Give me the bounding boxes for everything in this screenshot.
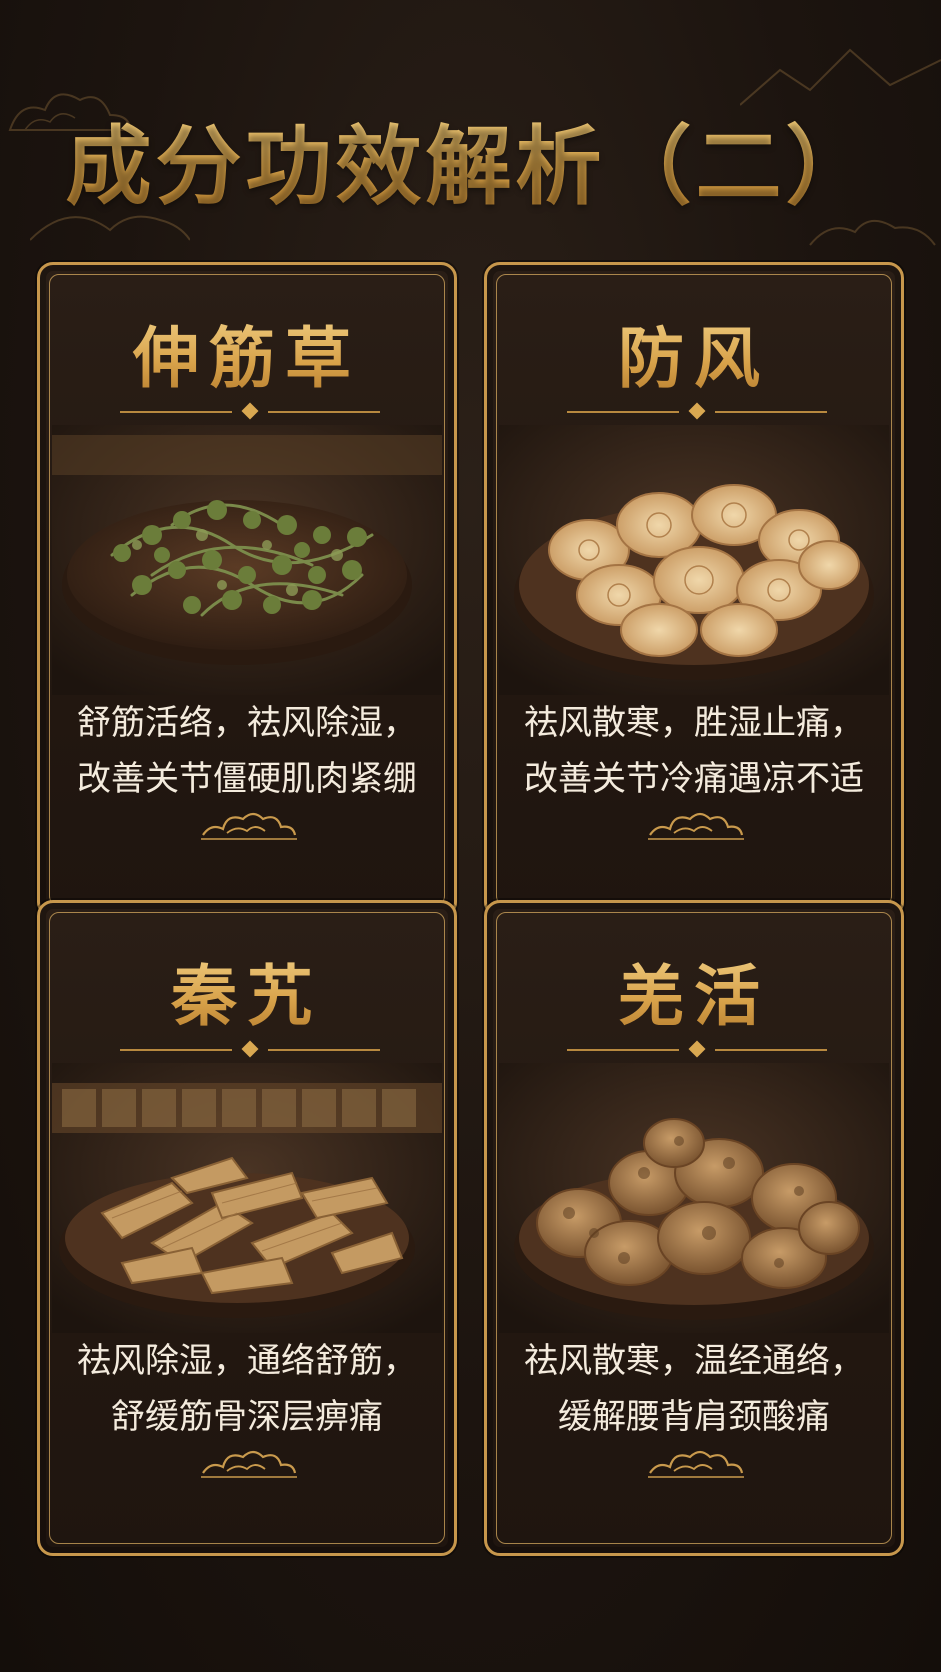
herb-name: 防风 bbox=[487, 305, 901, 401]
herb-card-qianghuo: 羌活 祛风散寒，温经通络， 缓解腰背肩颈酸痛 bbox=[484, 900, 904, 1556]
divider bbox=[120, 1040, 380, 1058]
herb-description: 祛风除湿，通络舒筋， 舒缓筋骨深层痹痛 bbox=[40, 1333, 454, 1445]
description-line: 改善关节僵硬肌肉紧绷 bbox=[77, 759, 417, 799]
description-line: 舒缓筋骨深层痹痛 bbox=[111, 1397, 383, 1437]
herb-description: 舒筋活络，祛风除湿， 改善关节僵硬肌肉紧绷 bbox=[40, 695, 454, 807]
description-line: 祛风散寒，温经通络， bbox=[524, 1341, 864, 1381]
divider bbox=[567, 1040, 827, 1058]
divider bbox=[120, 402, 380, 420]
description-line: 祛风除湿，通络舒筋， bbox=[77, 1341, 417, 1381]
herb-image-qianghuo bbox=[499, 1063, 889, 1333]
description-line: 改善关节冷痛遇凉不适 bbox=[524, 759, 864, 799]
herb-card-qinjiao: 秦艽 祛风除湿，通络舒筋， 舒缓筋骨深层痹痛 bbox=[37, 900, 457, 1556]
herb-image-shenjincao bbox=[52, 425, 442, 695]
description-line: 缓解腰背肩颈酸痛 bbox=[558, 1397, 830, 1437]
herb-description: 祛风散寒，胜湿止痛， 改善关节冷痛遇凉不适 bbox=[487, 695, 901, 807]
page-title: 成分功效解析（二） bbox=[0, 96, 941, 221]
herb-image-qinjiao bbox=[52, 1063, 442, 1333]
auspicious-cloud-icon bbox=[201, 1450, 297, 1478]
divider bbox=[567, 402, 827, 420]
herb-name: 羌活 bbox=[487, 943, 901, 1039]
herb-image-fangfeng bbox=[499, 425, 889, 695]
description-line: 祛风散寒，胜湿止痛， bbox=[524, 703, 864, 743]
description-line: 舒筋活络，祛风除湿， bbox=[77, 703, 417, 743]
herb-card-shenjincao: 伸筋草 舒筋活络，祛风除湿， 改善关节僵硬肌肉紧绷 bbox=[37, 262, 457, 918]
herb-description: 祛风散寒，温经通络， 缓解腰背肩颈酸痛 bbox=[487, 1333, 901, 1445]
auspicious-cloud-icon bbox=[648, 1450, 744, 1478]
auspicious-cloud-icon bbox=[648, 812, 744, 840]
herb-card-fangfeng: 防风 祛风散寒，胜湿止痛， 改善关节冷痛遇凉不适 bbox=[484, 262, 904, 918]
herb-name: 秦艽 bbox=[40, 943, 454, 1039]
auspicious-cloud-icon bbox=[201, 812, 297, 840]
herb-name: 伸筋草 bbox=[40, 305, 454, 401]
